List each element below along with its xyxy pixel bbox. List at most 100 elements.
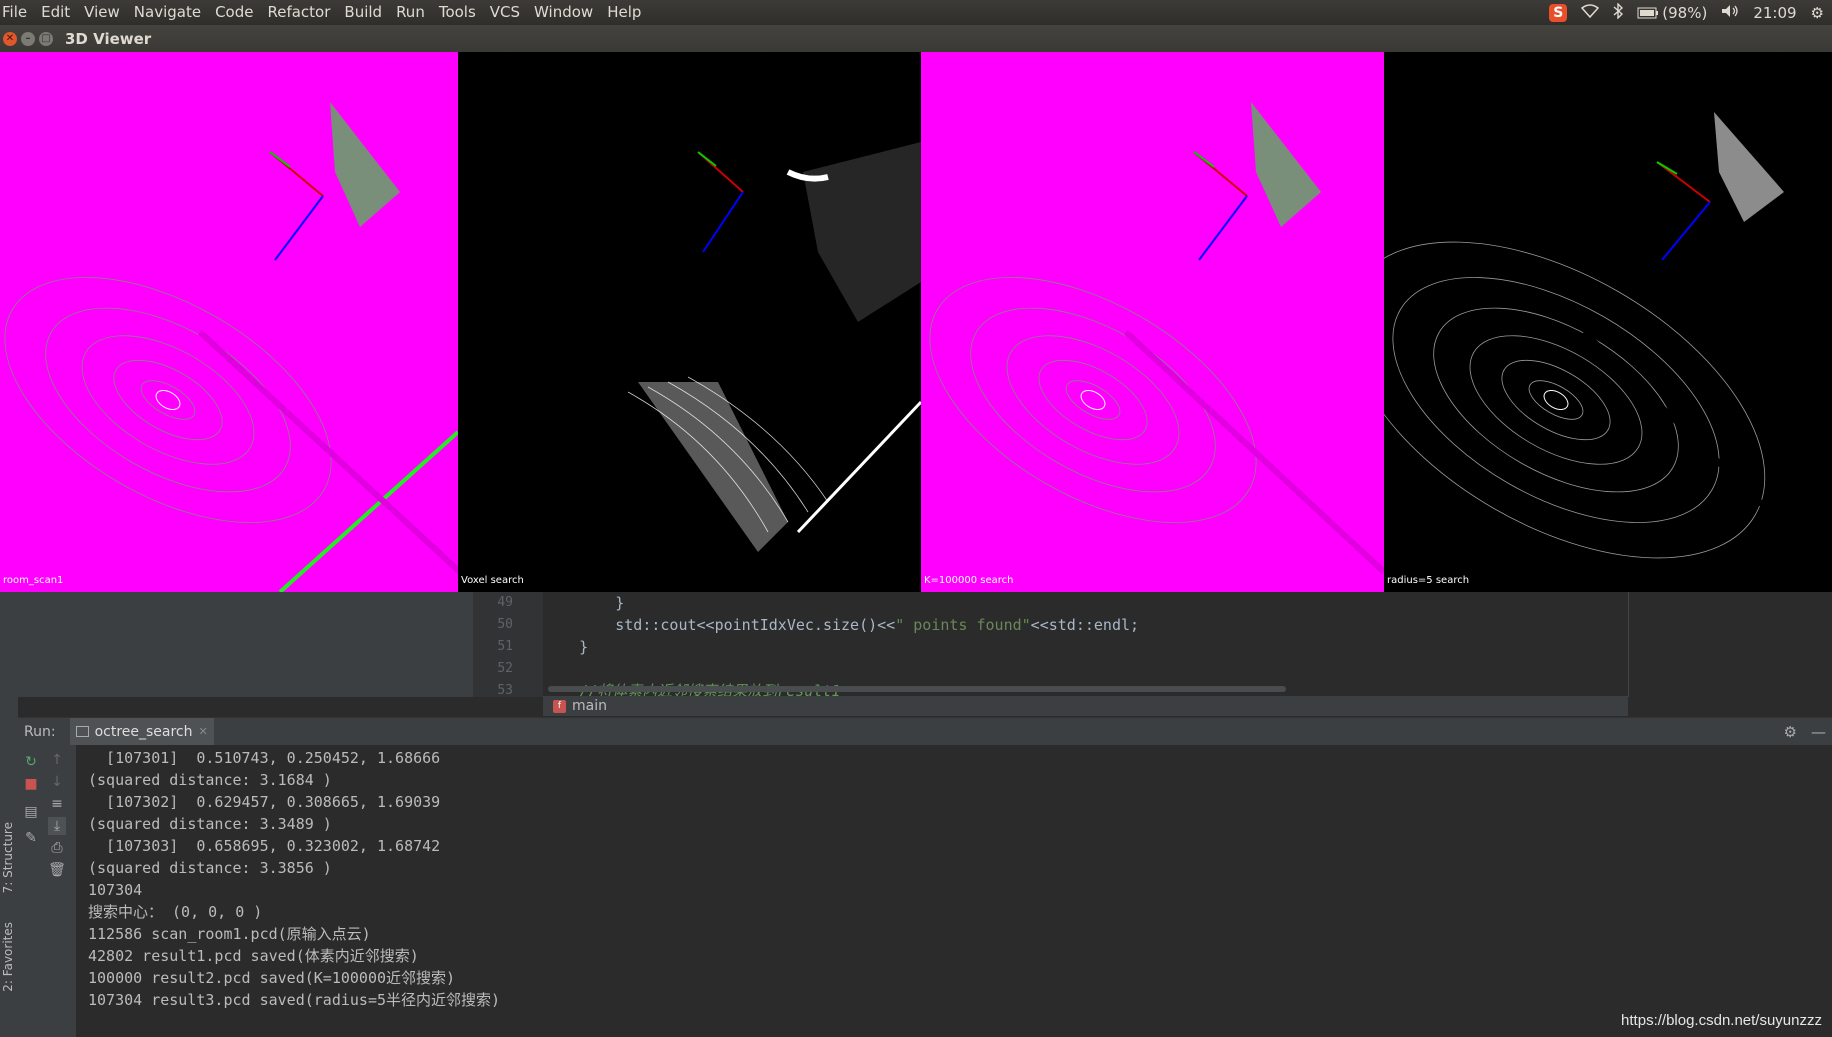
- viewport-room-scan[interactable]: room_scan1: [0, 52, 458, 592]
- line-number: 52: [497, 661, 513, 676]
- menu-build[interactable]: Build: [337, 0, 389, 25]
- axis-y: [269, 151, 291, 168]
- battery-percent: (98%): [1662, 3, 1708, 22]
- close-tab-icon[interactable]: ✕: [199, 725, 208, 738]
- run-toolbar: ↻ ■ ▤ ✎ ↑ ↓ ≡ ⤓ ⎙ 🗑: [18, 745, 76, 1037]
- viewport-k-search[interactable]: K=100000 search: [921, 52, 1384, 592]
- code-token: std::cout<<pointIdxVec.size()<<: [543, 616, 896, 634]
- axis-y: [1656, 161, 1678, 175]
- viewport-radius-search[interactable]: radius=5 search: [1384, 52, 1832, 592]
- console-line: 100000 result2.pcd saved(K=100000近邻搜索): [88, 969, 456, 987]
- menu-vcs[interactable]: VCS: [483, 0, 527, 25]
- console-line: [107303] 0.658695, 0.323002, 1.68742: [88, 837, 441, 855]
- console-line: (squared distance: 3.1684 ): [88, 771, 332, 789]
- console-line: [107302] 0.629457, 0.308665, 1.69039: [88, 793, 441, 811]
- run-tab-octree-search[interactable]: octree_search ✕: [69, 717, 214, 746]
- scroll-to-end-icon[interactable]: ⤓: [48, 817, 66, 835]
- run-header-tools: ⚙ —: [1784, 723, 1826, 741]
- structure-tab[interactable]: 7: Structure: [1, 822, 15, 893]
- viewport-voxel-search[interactable]: Voxel search: [458, 52, 921, 592]
- menu-edit[interactable]: Edit: [34, 0, 77, 25]
- axis-z: [274, 195, 324, 261]
- trash-icon[interactable]: 🗑: [48, 861, 66, 879]
- menu-help[interactable]: Help: [600, 0, 648, 25]
- settings-gear-icon[interactable]: ⚙: [1784, 723, 1797, 741]
- viewport-caption: K=100000 search: [924, 575, 1014, 586]
- project-pane: [18, 592, 473, 697]
- clock[interactable]: 21:09: [1753, 4, 1796, 22]
- line-number-gutter: 49 50 51 52 53: [473, 592, 543, 698]
- stop-icon[interactable]: ■: [22, 775, 40, 793]
- print-icon[interactable]: ⎙: [48, 839, 66, 857]
- left-tool-strip: 7: Structure 2: Favorites: [0, 592, 18, 1037]
- pin-icon[interactable]: ✎: [22, 829, 40, 847]
- console-icon: [75, 726, 89, 737]
- line-number: 50: [497, 617, 513, 632]
- favorites-tab[interactable]: 2: Favorites: [1, 922, 15, 992]
- editor-right-gutter: [1628, 592, 1832, 697]
- soft-wrap-icon[interactable]: ≡: [48, 795, 66, 813]
- rerun-icon[interactable]: ↻: [22, 753, 40, 771]
- point-cloud-render: [627, 142, 921, 552]
- axis-y: [697, 151, 717, 167]
- console-line: (squared distance: 3.3489 ): [88, 815, 332, 833]
- console-line: 107304: [88, 881, 143, 899]
- code-token: <<std::endl;: [1030, 616, 1140, 634]
- bluetooth-icon[interactable]: [1613, 1, 1624, 23]
- viewport-row: room_scan1 Voxel search K=100000 search …: [0, 52, 1832, 592]
- top-menu-bar: File Edit View Navigate Code Refactor Bu…: [0, 0, 1832, 25]
- console-line: [107301] 0.510743, 0.250452, 1.68666: [88, 749, 441, 767]
- console-line: 42802 result1.pcd saved(体素内近邻搜索): [88, 947, 419, 965]
- scroll-down-icon[interactable]: ↓: [48, 773, 66, 791]
- line-number: 53: [497, 683, 513, 698]
- scroll-up-icon[interactable]: ↑: [48, 751, 66, 769]
- breadcrumb[interactable]: f main: [543, 696, 1628, 716]
- viewport-caption: Voxel search: [461, 575, 524, 586]
- menu-run[interactable]: Run: [389, 0, 432, 25]
- menu-file[interactable]: File: [0, 0, 34, 25]
- maximize-window-button[interactable]: □: [39, 31, 53, 46]
- axis-x: [1656, 161, 1711, 203]
- axis-z: [702, 191, 744, 253]
- menu-refactor[interactable]: Refactor: [260, 0, 337, 25]
- axis-z: [1661, 201, 1711, 261]
- menu-view[interactable]: View: [77, 0, 127, 25]
- string-literal: " points found": [895, 616, 1031, 634]
- console-line: 112586 scan_room1.pcd(原输入点云): [88, 925, 371, 943]
- function-icon: f: [553, 699, 566, 713]
- console-line: 搜索中心： (0, 0, 0 ): [88, 903, 263, 921]
- menu-tools[interactable]: Tools: [432, 0, 483, 25]
- line-number: 49: [497, 595, 513, 610]
- code-line: }: [543, 638, 589, 656]
- battery-indicator[interactable]: (98%): [1637, 4, 1707, 22]
- wifi-icon[interactable]: [1581, 3, 1600, 22]
- axis-y: [1193, 151, 1215, 168]
- hide-panel-icon[interactable]: —: [1811, 723, 1826, 741]
- menu-code[interactable]: Code: [208, 0, 260, 25]
- watermark: https://blog.csdn.net/suyunzzz: [1621, 1012, 1822, 1029]
- volume-icon[interactable]: [1721, 4, 1739, 22]
- code-editor-region: 49 50 51 52 53 } std::cout<<pointIdxVec.…: [0, 592, 1832, 700]
- minimize-window-button[interactable]: –: [21, 31, 35, 46]
- console-line: 107304 result3.pcd saved(radius=5半径内近邻搜索…: [88, 991, 501, 1009]
- code-line: std::cout<<pointIdxVec.size()<<" points …: [543, 614, 1628, 636]
- menu-window[interactable]: Window: [527, 0, 600, 25]
- code-area[interactable]: } std::cout<<pointIdxVec.size()<<" point…: [543, 592, 1628, 700]
- menu-navigate[interactable]: Navigate: [127, 0, 208, 25]
- run-tab-label: octree_search: [94, 723, 193, 740]
- layout-icon[interactable]: ▤: [22, 803, 40, 821]
- battery-icon: [1637, 7, 1659, 18]
- console-line: (squared distance: 3.3856 ): [88, 859, 332, 877]
- window-title: 3D Viewer: [65, 29, 152, 48]
- horizontal-scrollbar[interactable]: [548, 686, 1286, 692]
- line-number: 51: [497, 639, 513, 654]
- window-title-bar: ✕ – □ 3D Viewer: [0, 25, 1832, 52]
- console-output[interactable]: [107301] 0.510743, 0.250452, 1.68666 (sq…: [76, 745, 1832, 1037]
- gear-icon[interactable]: ⚙: [1811, 4, 1824, 22]
- breadcrumb-function: main: [572, 698, 607, 714]
- run-label: Run:: [24, 723, 56, 740]
- sogou-input-icon[interactable]: S: [1549, 3, 1568, 22]
- point-cloud-render: [4, 102, 458, 592]
- close-window-button[interactable]: ✕: [3, 31, 17, 46]
